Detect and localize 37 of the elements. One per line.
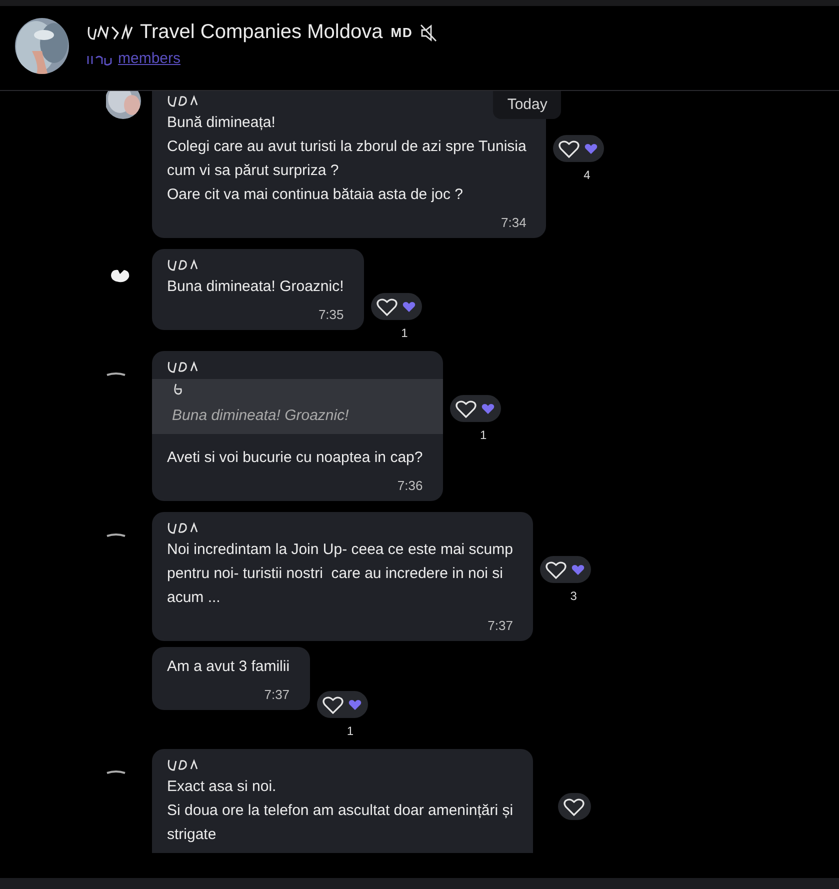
avatar-mark bbox=[106, 769, 126, 774]
scribble-mark bbox=[86, 22, 134, 42]
reaction-count: 4 bbox=[584, 168, 590, 182]
title-suffix: MD bbox=[390, 25, 413, 40]
heart-icon bbox=[454, 399, 477, 419]
reaction-button[interactable] bbox=[558, 793, 592, 820]
message-time: 7:36 bbox=[396, 478, 423, 493]
reaction-button[interactable] bbox=[553, 135, 604, 162]
heart-icon bbox=[322, 695, 344, 715]
reaction-count: 1 bbox=[480, 428, 487, 442]
reaction-count: 1 bbox=[346, 724, 354, 738]
reaction-button[interactable] bbox=[450, 395, 501, 422]
reaction-button[interactable] bbox=[316, 691, 368, 718]
reaction-button[interactable] bbox=[540, 556, 591, 583]
reaction-count: 3 bbox=[570, 589, 577, 603]
reaction-button[interactable] bbox=[370, 293, 422, 320]
avatar-mark bbox=[106, 532, 126, 537]
avatar-mark bbox=[106, 371, 126, 376]
message-text: Buna dimineata! Groaznic! bbox=[167, 277, 344, 297]
reaction-count: 1 bbox=[401, 326, 408, 340]
message-text: Aveti si voi bucurie cu noaptea in cap? bbox=[167, 448, 423, 468]
members-link[interactable]: members bbox=[118, 50, 181, 67]
message-time: 7:37 bbox=[263, 687, 290, 702]
group-title: Travel Companies Moldova bbox=[140, 21, 383, 44]
message-text: Noi incredintam la Join Up- ceea ce este mai scump pentru noi- turistii nostri care au incredere in noi si acum ... bbox=[167, 540, 513, 608]
date-badge: Today bbox=[493, 91, 562, 119]
heart-icon bbox=[544, 560, 567, 580]
message-time: 7:37 bbox=[486, 618, 513, 633]
message-text: Am a avut 3 familii bbox=[167, 657, 290, 677]
quoted-text: Buna dimineata! Groaznic! bbox=[172, 407, 350, 424]
heart-icon bbox=[558, 139, 580, 159]
message-text: Exact asa si noi. Si doua ore la telefon am ascultat doar amenințări și strigate bbox=[167, 777, 514, 845]
heart-icon bbox=[563, 797, 586, 817]
message-time: 7:35 bbox=[317, 307, 344, 322]
heart-icon bbox=[376, 297, 398, 317]
avatar-icon bbox=[108, 267, 132, 285]
message-time: 7:34 bbox=[500, 215, 526, 230]
